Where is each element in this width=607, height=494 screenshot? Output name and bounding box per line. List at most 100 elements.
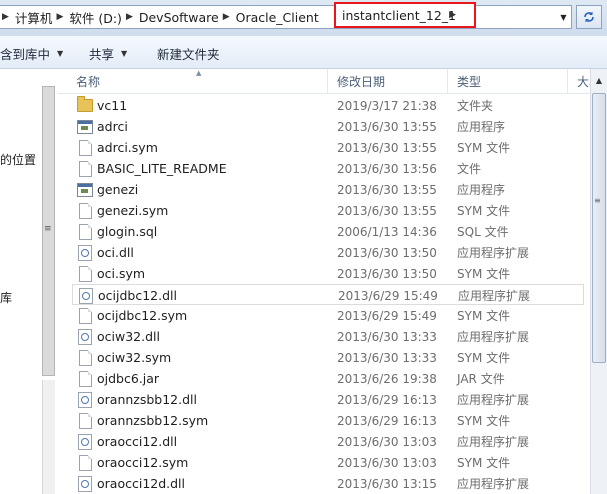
file-name: oci.sym (97, 266, 146, 281)
file-date-modified: 2013/6/30 13:33 (337, 350, 437, 365)
scrollbar-thumb[interactable] (592, 93, 606, 363)
file-name: oraocci12d.dll (97, 476, 186, 491)
file-icon-shape (78, 265, 92, 282)
file-list-scrollbar[interactable]: ▲ ≡ (590, 69, 607, 494)
address-bar[interactable]: ▶ 计算机 ▶ 软件 (D:) ▶ DevSoftware ▶ Oracle_C… (0, 5, 572, 29)
breadcrumb-drive-d[interactable]: 软件 (D:) (69, 8, 122, 27)
file-row[interactable]: orannzsbb12.dll 2013/6/29 16:13 应用程序扩展 (72, 389, 584, 410)
dll-icon (76, 473, 94, 494)
dll-icon (76, 389, 94, 410)
nav-item-libraries[interactable]: 库 (0, 289, 12, 306)
chevron-right-icon[interactable]: ▶ (52, 12, 69, 22)
sort-ascending-icon: ▲ (196, 69, 202, 77)
file-name: ojdbc6.jar (97, 371, 160, 386)
file-row[interactable]: glogin.sql 2006/1/13 14:36 SQL 文件 (72, 221, 584, 242)
file-row[interactable]: ociw32.dll 2013/6/30 13:33 应用程序扩展 (72, 326, 584, 347)
file-date-modified: 2013/6/29 15:49 (337, 308, 437, 323)
column-header-date-modified[interactable]: 修改日期 (328, 69, 448, 93)
file-name: glogin.sql (97, 224, 158, 239)
file-icon-shape (78, 307, 92, 324)
file-row[interactable]: adrci 2013/6/30 13:55 应用程序 (72, 116, 584, 137)
chevron-right-icon[interactable]: ▶ (0, 12, 15, 22)
file-icon-shape (78, 349, 92, 366)
dll-icon-shape (78, 391, 92, 408)
file-type: SYM 文件 (457, 351, 511, 365)
application-icon-shape (77, 119, 93, 134)
file-date-modified: 2013/6/30 13:55 (337, 182, 437, 197)
application-icon (76, 179, 94, 200)
file-row[interactable]: oci.sym 2013/6/30 13:50 SYM 文件 (72, 263, 584, 284)
share-label: 共享 (89, 47, 115, 62)
file-date-modified: 2013/6/29 15:49 (338, 288, 438, 303)
file-row[interactable]: oraocci12.sym 2013/6/30 13:03 SYM 文件 (72, 452, 584, 473)
chevron-right-icon[interactable]: ▶ (122, 12, 139, 22)
file-name: genezi.sym (97, 203, 169, 218)
breadcrumb-oracle-client[interactable]: Oracle_Client (236, 10, 319, 25)
grip-icon: ≡ (594, 196, 601, 205)
file-date-modified: 2006/1/13 14:36 (337, 224, 437, 239)
file-date-modified: 2019/3/17 21:38 (337, 98, 437, 113)
file-date-modified: 2013/6/30 13:33 (337, 329, 437, 344)
file-type: SYM 文件 (457, 267, 511, 281)
chevron-right-icon[interactable]: ▶ (219, 12, 236, 22)
include-in-library-button[interactable]: 含到库中 ▼ (0, 44, 63, 63)
file-row[interactable]: oraocci12d.dll 2013/6/30 13:15 应用程序扩展 (72, 473, 584, 494)
column-header-type[interactable]: 类型 (448, 69, 568, 93)
file-name: ocijdbc12.dll (98, 288, 177, 303)
application-icon (76, 116, 94, 137)
nav-pane-scrollbar-track[interactable] (42, 380, 55, 494)
file-date-modified: 2013/6/30 13:55 (337, 203, 437, 218)
dll-icon (76, 431, 94, 452)
file-type: 应用程序 (457, 183, 506, 197)
file-icon-shape (78, 160, 92, 177)
file-row[interactable]: ocijdbc12.dll 2013/6/29 15:49 应用程序扩展 (72, 284, 584, 305)
file-icon-shape (78, 139, 92, 156)
file-row[interactable]: ocijdbc12.sym 2013/6/29 15:49 SYM 文件 (72, 305, 584, 326)
nav-item-recent-places[interactable]: 的位置 (0, 151, 36, 168)
share-button[interactable]: 共享 ▼ (89, 44, 127, 63)
breadcrumb-devsoftware[interactable]: DevSoftware (139, 10, 219, 25)
refresh-button[interactable] (576, 5, 602, 29)
file-row[interactable]: vc11 2019/3/17 21:38 文件夹 (72, 95, 584, 116)
application-icon-shape (77, 182, 93, 197)
dll-icon-shape (79, 287, 93, 304)
column-header-name[interactable]: 名称 (58, 69, 328, 93)
file-name: genezi (97, 182, 139, 197)
breadcrumb-current-folder[interactable]: instantclient_12_1 ▶ (334, 2, 476, 28)
file-date-modified: 2013/6/30 13:15 (337, 476, 437, 491)
dll-icon-shape (78, 244, 92, 261)
file-name: orannzsbb12.dll (97, 392, 197, 407)
address-history-dropdown[interactable]: ▼ (556, 6, 571, 28)
file-row[interactable]: genezi 2013/6/30 13:55 应用程序 (72, 179, 584, 200)
new-folder-button[interactable]: 新建文件夹 (157, 44, 220, 63)
file-type: 应用程序扩展 (457, 330, 530, 344)
file-type: 应用程序扩展 (457, 477, 530, 491)
breadcrumb-computer[interactable]: 计算机 (15, 8, 53, 27)
current-folder-label: instantclient_12_1 (342, 7, 456, 23)
dropdown-arrow-icon: ▼ (57, 49, 64, 58)
file-row[interactable]: ociw32.sym 2013/6/30 13:33 SYM 文件 (72, 347, 584, 368)
chevron-right-icon[interactable]: ▶ (445, 10, 462, 20)
file-type: 应用程序扩展 (457, 246, 530, 260)
file-date-modified: 2013/6/30 13:55 (337, 140, 437, 155)
file-row[interactable]: oraocci12.dll 2013/6/30 13:03 应用程序扩展 (72, 431, 584, 452)
file-row[interactable]: orannzsbb12.sym 2013/6/29 16:13 SYM 文件 (72, 410, 584, 431)
navigation-pane: 的位置 库 (0, 69, 40, 494)
new-folder-label: 新建文件夹 (157, 47, 220, 62)
dropdown-arrow-icon: ▼ (121, 49, 128, 58)
file-date-modified: 2013/6/30 13:56 (337, 161, 437, 176)
file-row[interactable]: ojdbc6.jar 2013/6/26 19:38 JAR 文件 (72, 368, 584, 389)
file-date-modified: 2013/6/30 13:03 (337, 434, 437, 449)
scroll-up-arrow-icon[interactable]: ▲ (591, 72, 607, 89)
file-row[interactable]: oci.dll 2013/6/30 13:50 应用程序扩展 (72, 242, 584, 263)
grip-icon: ≡ (44, 224, 52, 234)
file-row[interactable]: genezi.sym 2013/6/30 13:55 SYM 文件 (72, 200, 584, 221)
dll-icon (76, 242, 94, 263)
file-row[interactable]: BASIC_LITE_README 2013/6/30 13:56 文件 (72, 158, 584, 179)
file-type: 文件 (457, 162, 482, 176)
file-name: BASIC_LITE_README (97, 161, 227, 176)
file-row[interactable]: adrci.sym 2013/6/30 13:55 SYM 文件 (72, 137, 584, 158)
file-name: adrci.sym (97, 140, 158, 155)
file-icon (76, 200, 94, 221)
file-type: SYM 文件 (457, 414, 511, 428)
